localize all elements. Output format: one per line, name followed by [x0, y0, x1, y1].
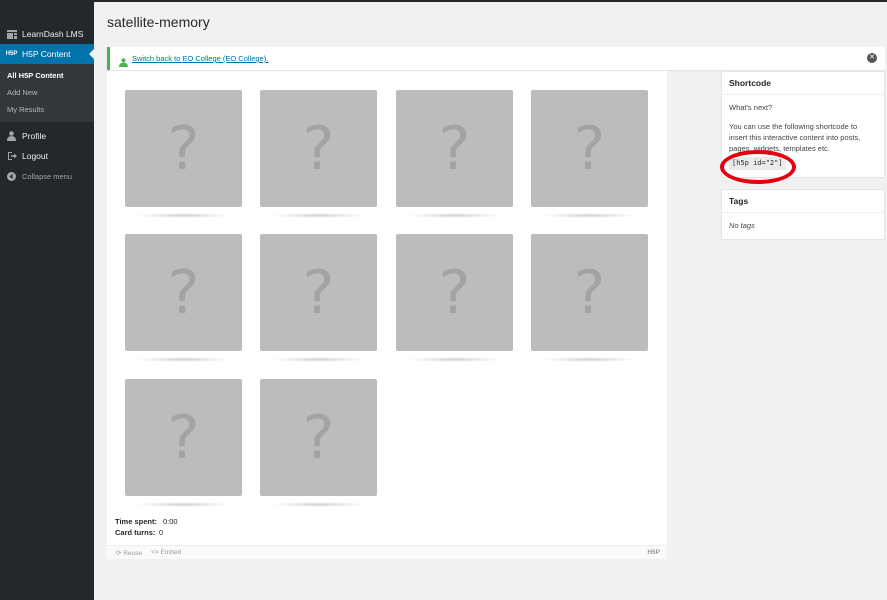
- card-shadow: [541, 357, 638, 362]
- memory-card[interactable]: ?: [260, 234, 377, 351]
- card-question-mark: ?: [167, 257, 200, 328]
- collapse-icon: [6, 171, 17, 182]
- submenu-add-new[interactable]: Add New: [0, 84, 94, 101]
- sidebar-item-label: H5P Content: [22, 49, 71, 59]
- card-turns-value: 0: [159, 528, 164, 537]
- memory-card[interactable]: ?: [125, 90, 242, 207]
- card-shadow: [135, 502, 232, 507]
- game-stats: Time spent: 0:00 Card turns: 0: [115, 517, 178, 539]
- card-shadow: [270, 213, 367, 218]
- embed-button[interactable]: <> Embed: [151, 549, 181, 556]
- sidebar-item-logout[interactable]: Logout: [0, 146, 94, 166]
- card-question-mark: ?: [573, 113, 606, 184]
- card-question-mark: ?: [438, 113, 471, 184]
- memory-card[interactable]: ?: [396, 234, 513, 351]
- card-question-mark: ?: [167, 113, 200, 184]
- sidebar-item-label: Profile: [22, 131, 47, 141]
- time-spent-label: Time spent:: [115, 517, 157, 526]
- card-shadow: [541, 213, 638, 218]
- memory-card[interactable]: ?: [125, 234, 242, 351]
- sidebar-item-learndash[interactable]: LearnDash LMS: [0, 24, 94, 44]
- card-question-mark: ?: [302, 257, 335, 328]
- card-shadow: [135, 357, 232, 362]
- card-shadow: [135, 213, 232, 218]
- h5p-icon: H5P: [5, 51, 18, 57]
- switch-back-link[interactable]: Switch back to EO College (EO College).: [132, 54, 268, 63]
- card-question-mark: ?: [302, 402, 335, 473]
- memory-card[interactable]: ?: [531, 90, 648, 207]
- dismiss-notice-icon[interactable]: ✕: [867, 53, 877, 63]
- card-shadow: [406, 213, 503, 218]
- shortcode-value[interactable]: [h5p id="2"]: [729, 157, 786, 170]
- learndash-icon: [6, 29, 17, 40]
- user-icon: [6, 131, 17, 142]
- submenu-all-h5p-content[interactable]: All H5P Content: [0, 67, 94, 84]
- shortcode-title: Shortcode: [722, 72, 884, 95]
- h5p-submenu: All H5P Content Add New My Results: [0, 64, 94, 122]
- h5p-logo[interactable]: H5P: [647, 549, 660, 556]
- memory-card[interactable]: ?: [531, 234, 648, 351]
- switch-back-notice: Switch back to EO College (EO College). …: [107, 47, 885, 70]
- card-question-mark: ?: [302, 113, 335, 184]
- reuse-button[interactable]: ⟳ Reuse: [116, 549, 142, 557]
- memory-card[interactable]: ?: [260, 90, 377, 207]
- whats-next-text: What's next?: [729, 103, 773, 112]
- memory-card[interactable]: ?: [260, 379, 377, 496]
- sidebar-item-label: LearnDash LMS: [22, 29, 84, 39]
- shortcode-box: Shortcode What's next? You can use the f…: [721, 71, 885, 178]
- embed-label: Embed: [160, 549, 182, 556]
- admin-sidebar: LearnDash LMS H5P H5P Content All H5P Co…: [0, 2, 94, 600]
- sidebar-item-profile[interactable]: Profile: [0, 126, 94, 146]
- submenu-my-results[interactable]: My Results: [0, 101, 94, 118]
- sidebar-item-h5p-content[interactable]: H5P H5P Content: [0, 44, 94, 64]
- card-shadow: [406, 357, 503, 362]
- sidebar-item-label: Logout: [22, 151, 48, 161]
- logout-icon: [6, 151, 17, 162]
- sidebar-collapse-menu[interactable]: Collapse menu: [0, 166, 94, 186]
- no-tags-text: No tags: [729, 221, 755, 230]
- user-icon: [119, 54, 128, 67]
- card-question-mark: ?: [438, 257, 471, 328]
- card-shadow: [270, 502, 367, 507]
- shortcode-description: You can use the following shortcode to i…: [729, 122, 861, 153]
- card-question-mark: ?: [573, 257, 606, 328]
- card-shadow: [270, 357, 367, 362]
- memory-card[interactable]: ?: [125, 379, 242, 496]
- sidebar-item-label: Collapse menu: [22, 171, 73, 181]
- memory-card[interactable]: ?: [396, 90, 513, 207]
- page-title: satellite-memory: [107, 14, 210, 30]
- tags-box: Tags No tags: [721, 189, 885, 240]
- card-turns-label: Card turns:: [115, 528, 156, 537]
- card-question-mark: ?: [167, 402, 200, 473]
- reuse-label: Reuse: [123, 549, 143, 557]
- tags-title: Tags: [722, 190, 884, 213]
- memory-game: ?????????? Time spent: 0:00 Card turns: 0 …: [107, 71, 667, 559]
- top-bar: [0, 0, 887, 2]
- time-spent-value: 0:00: [163, 517, 178, 526]
- h5p-action-bar: ⟳ Reuse <> Embed H5P: [107, 545, 667, 559]
